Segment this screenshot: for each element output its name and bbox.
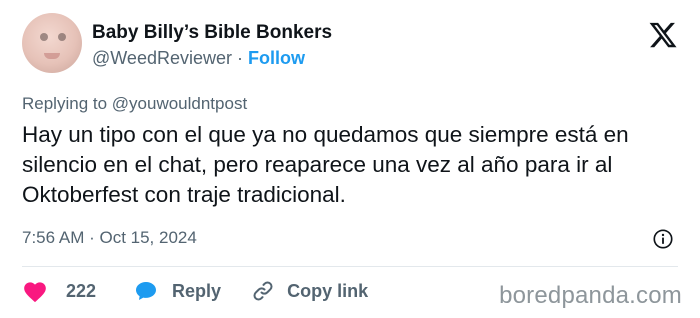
copy-link-button[interactable]: Copy link bbox=[251, 279, 368, 303]
like-button[interactable]: 222 bbox=[22, 279, 96, 303]
reply-label: Reply bbox=[172, 280, 222, 301]
divider bbox=[22, 266, 678, 267]
heart-icon bbox=[24, 282, 46, 303]
replying-to: Replying to @youwouldntpost bbox=[22, 94, 248, 113]
avatar-mouth bbox=[44, 53, 60, 59]
x-logo-icon[interactable] bbox=[648, 20, 678, 50]
avatar-eye-right bbox=[58, 33, 66, 41]
avatar[interactable] bbox=[22, 13, 82, 73]
copy-link-label: Copy link bbox=[287, 280, 369, 301]
info-icon[interactable] bbox=[652, 228, 674, 250]
avatar-eye-left bbox=[40, 33, 48, 41]
watermark: boredpanda.com bbox=[499, 282, 682, 309]
user-handle[interactable]: @WeedReviewer bbox=[92, 48, 232, 68]
timestamp[interactable]: 7:56 AM · Oct 15, 2024 bbox=[22, 228, 197, 248]
display-name[interactable]: Baby Billy’s Bible Bonkers bbox=[92, 22, 332, 44]
separator-dot: · bbox=[237, 48, 243, 68]
action-bar: 222 Reply Copy link bbox=[22, 276, 368, 306]
like-count: 222 bbox=[66, 280, 97, 301]
reply-button[interactable]: Reply bbox=[134, 279, 221, 303]
reply-bubble-icon bbox=[136, 282, 157, 300]
link-icon bbox=[253, 281, 273, 301]
handle-row: @WeedReviewer · Follow bbox=[92, 48, 305, 69]
tweet-text: Hay un tipo con el que ya no quedamos qu… bbox=[22, 122, 629, 207]
follow-button[interactable]: Follow bbox=[248, 48, 305, 68]
tweet-card: Baby Billy’s Bible Bonkers @WeedReviewer… bbox=[0, 0, 700, 318]
